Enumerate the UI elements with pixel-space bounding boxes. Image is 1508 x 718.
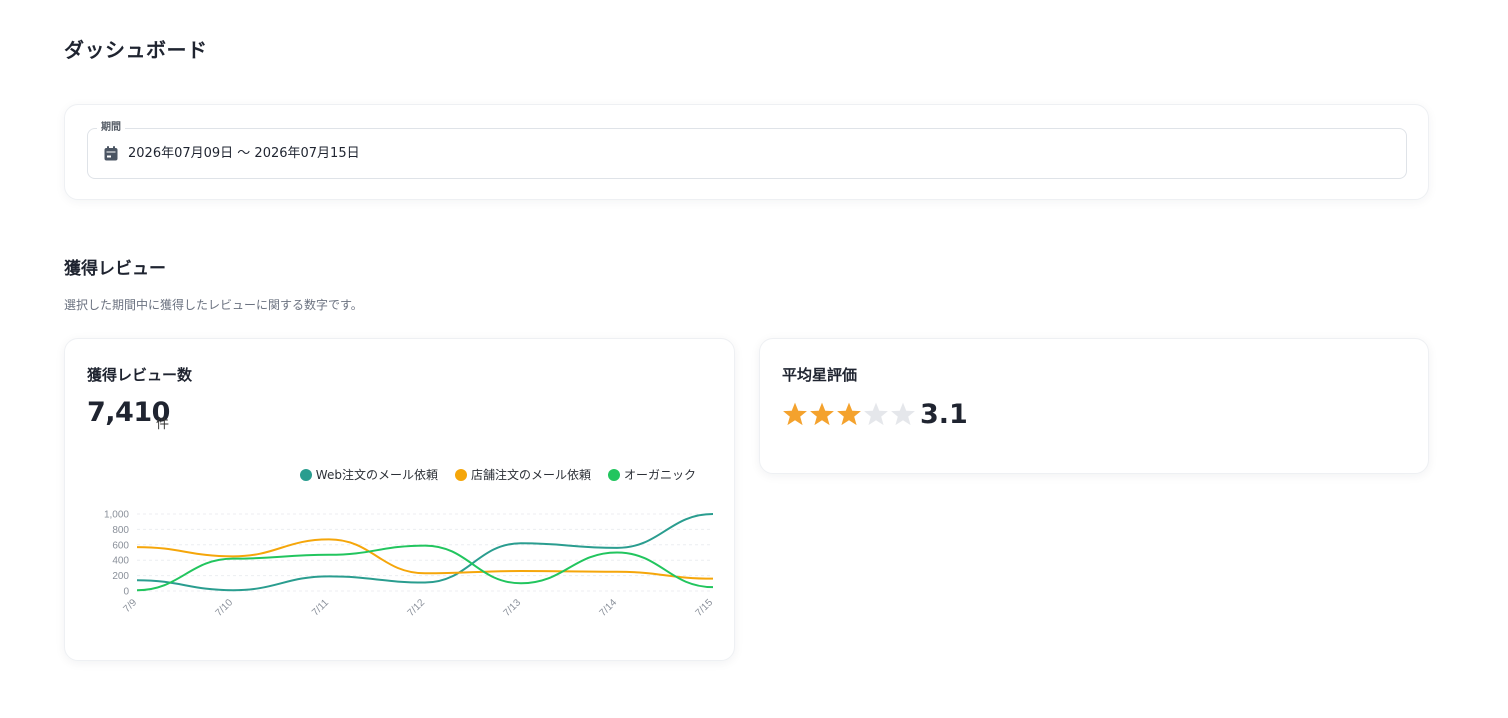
y-tick-label: 200 — [112, 571, 129, 582]
reviews-count-card: 獲得レビュー数 7,410 件 Web注文のメール依頼 店舗注文のメール依頼 オ… — [64, 338, 735, 661]
legend-dot-store — [454, 468, 467, 481]
calendar-icon — [104, 146, 118, 161]
rating-value: 3.1 — [920, 399, 968, 430]
data-point-series-1-3[interactable] — [423, 571, 428, 576]
x-tick-label: 7/11 — [310, 597, 331, 618]
reviews-unit: 件 — [156, 417, 170, 432]
star-filled-icon — [837, 402, 861, 426]
star-rating — [782, 401, 916, 427]
y-tick-label: 400 — [112, 556, 129, 567]
data-point-series-0-4[interactable] — [519, 541, 524, 546]
y-tick-label: 1,000 — [104, 510, 129, 521]
data-point-series-0-5[interactable] — [615, 545, 620, 550]
data-point-series-2-6[interactable] — [711, 585, 716, 590]
star-empty-icon — [891, 402, 915, 426]
data-point-series-2-3[interactable] — [423, 543, 428, 548]
page-title: ダッシュボード — [64, 38, 208, 62]
section-title: 獲得レビュー — [64, 259, 166, 279]
legend-dot-web — [299, 468, 312, 481]
star-filled-icon — [810, 402, 834, 426]
period-label: 期間 — [97, 122, 125, 134]
x-tick-label: 7/13 — [502, 597, 524, 619]
legend-label-store: 店舗注文のメール依頼 — [470, 468, 591, 482]
legend-item-organic[interactable]: オーガニック — [607, 466, 696, 483]
data-point-series-1-5[interactable] — [615, 569, 620, 574]
star-filled-icon — [783, 402, 807, 426]
data-point-series-0-1[interactable] — [231, 588, 236, 593]
star-empty-icon — [864, 402, 888, 426]
reviews-card-title: 獲得レビュー数 — [87, 366, 193, 384]
legend-dot-organic — [607, 468, 620, 481]
chart-legend: Web注文のメール依頼 店舗注文のメール依頼 オーガニック — [299, 466, 696, 483]
period-date-range-field[interactable]: 期間 2026年07月09日 〜 2026年07月15日 — [87, 122, 1407, 179]
legend-item-store[interactable]: 店舗注文のメール依頼 — [454, 466, 591, 483]
data-point-series-2-4[interactable] — [519, 581, 524, 586]
legend-item-web[interactable]: Web注文のメール依頼 — [299, 466, 438, 483]
data-point-series-1-6[interactable] — [711, 576, 716, 581]
average-rating-card: 平均星評価 3.1 — [759, 338, 1429, 474]
period-value: 2026年07月09日 〜 2026年07月15日 — [128, 146, 360, 161]
x-tick-label: 7/10 — [214, 597, 236, 619]
reviews-line-chart: 0 200 400 600 800 1,000 7/9 7/10 7/11 7/12 7/13 7/1… — [104, 510, 716, 619]
series-line-0 — [136, 513, 714, 592]
data-point-series-0-6[interactable] — [711, 512, 716, 517]
data-point-series-0-0[interactable] — [135, 578, 140, 583]
x-tick-label: 7/15 — [694, 597, 716, 619]
y-tick-label: 800 — [112, 525, 129, 536]
data-point-series-0-2[interactable] — [327, 574, 332, 579]
data-point-series-1-2[interactable] — [327, 537, 332, 542]
section-description: 選択した期間中に獲得したレビューに関する数字です。 — [64, 298, 363, 312]
legend-label-web: Web注文のメール依頼 — [315, 468, 438, 482]
legend-label-organic: オーガニック — [623, 468, 696, 482]
x-tick-label: 7/14 — [598, 597, 620, 619]
rating-card-title: 平均星評価 — [782, 366, 858, 384]
data-point-series-2-5[interactable] — [615, 550, 620, 555]
y-tick-label: 600 — [112, 540, 129, 551]
data-point-series-1-0[interactable] — [135, 545, 140, 550]
x-tick-label: 7/12 — [406, 597, 428, 619]
y-tick-label: 0 — [123, 587, 129, 598]
data-point-series-2-0[interactable] — [135, 588, 140, 593]
period-card: 期間 2026年07月09日 〜 2026年07月15日 — [64, 104, 1429, 200]
data-point-series-1-4[interactable] — [519, 568, 524, 573]
x-tick-label: 7/9 — [122, 597, 140, 615]
data-point-series-2-2[interactable] — [327, 552, 332, 557]
data-point-series-0-3[interactable] — [423, 580, 428, 585]
data-point-series-2-1[interactable] — [231, 556, 236, 561]
